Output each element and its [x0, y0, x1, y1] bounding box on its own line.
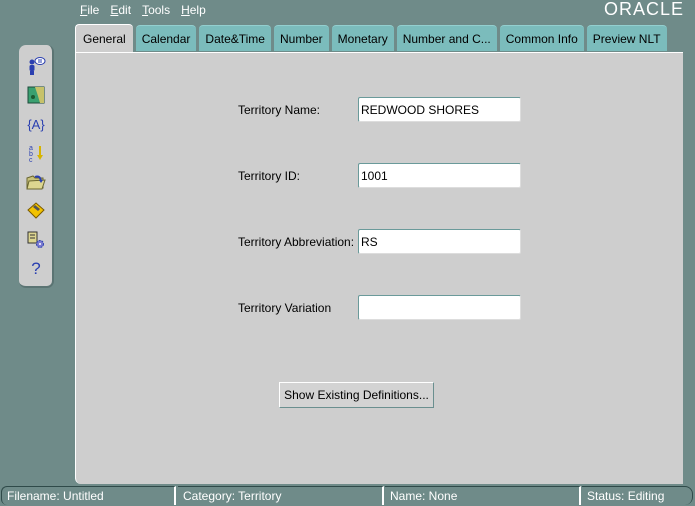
menu-help-mnemonic: H: [181, 3, 190, 17]
tab-bar: General Calendar Date&Time Number Moneta…: [75, 24, 670, 52]
status-category: Category: Territory: [178, 486, 384, 505]
save-disk-icon[interactable]: [24, 200, 48, 222]
status-state: Status: Editing: [582, 486, 693, 505]
status-name: Name: None: [385, 486, 581, 505]
side-toolbar: {A} a b c ?: [19, 45, 54, 288]
tab-preview-nlt[interactable]: Preview NLT: [586, 25, 667, 51]
general-panel: Territory Name: Territory ID: Territory …: [75, 52, 683, 484]
tab-general[interactable]: General: [75, 24, 133, 52]
territory-variation-label: Territory Variation: [238, 301, 332, 315]
status-filename: Filename: Untitled: [1, 486, 176, 505]
variable-braces-icon[interactable]: {A}: [24, 113, 48, 135]
tab-calendar[interactable]: Calendar: [135, 25, 197, 51]
territory-variation-input[interactable]: [358, 295, 521, 320]
tab-monetary[interactable]: Monetary: [331, 25, 394, 51]
menu-file-label: ile: [87, 3, 100, 17]
territory-id-label: Territory ID:: [238, 169, 301, 183]
tab-number[interactable]: Number: [273, 25, 329, 51]
document-settings-icon[interactable]: [24, 229, 48, 251]
menu-help[interactable]: Help: [181, 3, 206, 17]
menu-tools-label: ools: [148, 3, 171, 17]
territory-abbreviation-label: Territory Abbreviation:: [238, 235, 355, 249]
menu-edit[interactable]: Edit: [110, 3, 131, 17]
territory-name-input[interactable]: [358, 97, 521, 122]
open-folder-icon[interactable]: [24, 171, 48, 193]
tab-number-and-currency[interactable]: Number and C...: [396, 25, 497, 51]
person-comment-icon[interactable]: [24, 55, 48, 77]
menu-file[interactable]: File: [80, 3, 99, 17]
svg-text:c: c: [29, 157, 33, 163]
help-icon[interactable]: ?: [24, 258, 48, 280]
territory-id-input[interactable]: [358, 163, 521, 188]
sort-abc-icon[interactable]: a b c: [24, 142, 48, 164]
territory-abbreviation-input[interactable]: [358, 229, 521, 254]
territory-name-label: Territory Name:: [238, 103, 321, 117]
tab-common-info[interactable]: Common Info: [499, 25, 584, 51]
menu-edit-label: dit: [118, 3, 132, 17]
show-existing-definitions-button[interactable]: Show Existing Definitions...: [279, 382, 434, 408]
menu-help-label: elp: [189, 3, 206, 17]
tab-date-time[interactable]: Date&Time: [199, 25, 271, 51]
menu-tools[interactable]: Tools: [142, 3, 170, 17]
status-bar: Filename: Untitled Category: Territory N…: [1, 486, 693, 506]
map-icon[interactable]: [24, 84, 48, 106]
menu-bar: File Edit Tools Help: [80, 3, 217, 17]
oracle-logo: ORACLE: [603, 0, 684, 19]
